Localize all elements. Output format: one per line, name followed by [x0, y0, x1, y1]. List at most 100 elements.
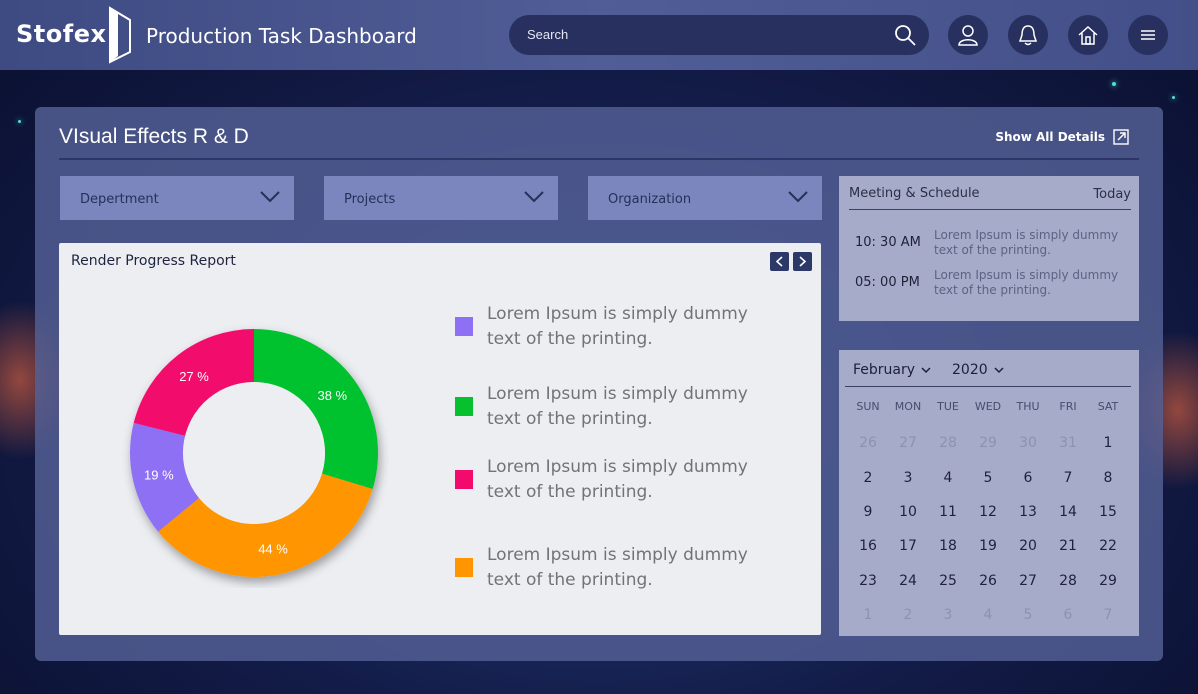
calendar-day[interactable]: 22 [1088, 538, 1128, 554]
donut-slice-label: 27 % [179, 369, 209, 384]
chevron-down-icon [524, 191, 544, 203]
weekday-label: SAT [1097, 400, 1119, 413]
calendar-day[interactable]: 10 [888, 504, 928, 520]
chevron-down-icon [994, 366, 1004, 373]
meeting-description: Lorem Ipsum is simply dummy text of the … [934, 228, 1119, 257]
meeting-description: Lorem Ipsum is simply dummy text of the … [934, 268, 1119, 297]
calendar-day[interactable]: 27 [888, 435, 928, 451]
meeting-time: 10: 30 AM [855, 235, 921, 250]
meeting-schedule-card: Meeting & Schedule Today 10: 30 AM Lorem… [839, 176, 1139, 321]
search-input[interactable]: Search [527, 27, 568, 42]
meeting-today-label[interactable]: Today [1093, 187, 1131, 202]
calendar-day[interactable]: 7 [1088, 607, 1128, 623]
calendar-day[interactable]: 28 [1048, 573, 1088, 589]
calendar-week-row: 23 24 25 26 27 28 29 [848, 564, 1128, 598]
weekday-label: SUN [856, 400, 880, 413]
calendar-week-row: 16 17 18 19 20 21 22 [848, 529, 1128, 563]
calendar-day[interactable]: 25 [928, 573, 968, 589]
year-label: 2020 [952, 362, 988, 378]
department-dropdown[interactable]: Depertment [60, 176, 294, 220]
calendar-day[interactable]: 8 [1088, 470, 1128, 486]
next-button[interactable] [793, 252, 812, 271]
calendar-day[interactable]: 3 [888, 470, 928, 486]
menu-icon [1141, 30, 1155, 40]
calendar-day[interactable]: 11 [928, 504, 968, 520]
calendar-day[interactable]: 28 [928, 435, 968, 451]
chevron-left-icon [775, 256, 783, 267]
calendar-day[interactable]: 3 [928, 607, 968, 623]
notifications-button[interactable] [1008, 15, 1048, 55]
meeting-divider [849, 209, 1131, 210]
weekday-label: TUE [937, 400, 959, 413]
calendar-day[interactable]: 13 [1008, 504, 1048, 520]
calendar-day[interactable]: 5 [1008, 607, 1048, 623]
calendar-day[interactable]: 4 [968, 607, 1008, 623]
calendar-day[interactable]: 7 [1048, 470, 1088, 486]
calendar-day[interactable]: 23 [848, 573, 888, 589]
month-selector[interactable]: February [853, 362, 931, 378]
projects-dropdown[interactable]: Projects [324, 176, 558, 220]
calendar-day[interactable]: 9 [848, 504, 888, 520]
calendar-day[interactable]: 17 [888, 538, 928, 554]
calendar-day[interactable]: 18 [928, 538, 968, 554]
weekday-label: MON [894, 400, 922, 413]
organization-dropdown[interactable]: Organization [588, 176, 822, 220]
calendar-day[interactable]: 1 [848, 607, 888, 623]
meeting-time: 05: 00 PM [855, 275, 920, 290]
year-selector[interactable]: 2020 [952, 362, 1004, 378]
calendar-day[interactable]: 2 [888, 607, 928, 623]
search-bar[interactable]: Search [509, 15, 929, 55]
weekday-label: WED [974, 400, 1002, 413]
calendar-day[interactable]: 19 [968, 538, 1008, 554]
calendar-day[interactable]: 4 [928, 470, 968, 486]
user-icon [958, 25, 978, 46]
app-title: Production Task Dashboard [146, 24, 417, 48]
legend-swatch [455, 317, 473, 336]
home-button[interactable] [1068, 15, 1108, 55]
legend-swatch [455, 558, 473, 577]
calendar-day[interactable]: 6 [1008, 470, 1048, 486]
background-particle [1172, 96, 1175, 99]
menu-button[interactable] [1128, 15, 1168, 55]
calendar-day[interactable]: 29 [968, 435, 1008, 451]
show-all-details-label: Show All Details [995, 130, 1105, 144]
legend-swatch [455, 470, 473, 489]
calendar-day[interactable]: 16 [848, 538, 888, 554]
donut-slice-label: 44 % [258, 542, 288, 557]
calendar-day[interactable]: 27 [1008, 573, 1048, 589]
chevron-right-icon [799, 256, 807, 267]
calendar-week-row: 9 10 11 12 13 14 15 [848, 495, 1128, 529]
calendar-day[interactable]: 14 [1048, 504, 1088, 520]
weekday-label: FRI [1059, 400, 1077, 413]
calendar-day[interactable]: 5 [968, 470, 1008, 486]
calendar-day[interactable]: 6 [1048, 607, 1088, 623]
calendar-day[interactable]: 15 [1088, 504, 1128, 520]
calendar-day[interactable]: 31 [1048, 435, 1088, 451]
search-icon[interactable] [893, 23, 917, 47]
calendar-day[interactable]: 21 [1048, 538, 1088, 554]
donut-slice-label: 38 % [317, 388, 347, 403]
dropdown-label: Projects [344, 192, 396, 207]
calendar-card: February 2020 SUN MON TUE WED THU FRI SAT 26 27… [839, 350, 1139, 636]
calendar-week-row: 1234567 [848, 598, 1128, 632]
donut-chart: 38 % 44 % 19 % 27 % [130, 329, 378, 577]
legend-text: Lorem Ipsum is simply dummy text of the … [487, 457, 748, 502]
previous-button[interactable] [770, 252, 789, 271]
user-profile-button[interactable] [948, 15, 988, 55]
calendar-day[interactable]: 29 [1088, 573, 1128, 589]
calendar-grid: SUN MON TUE WED THU FRI SAT 26 27 28 29 30 31 1 2 3 4 5 6… [848, 400, 1128, 632]
calendar-day[interactable]: 26 [968, 573, 1008, 589]
calendar-day[interactable]: 1 [1088, 435, 1128, 451]
donut-slice-label: 19 % [144, 467, 174, 482]
bell-icon [1018, 25, 1038, 46]
calendar-day[interactable]: 2 [848, 470, 888, 486]
calendar-day[interactable]: 26 [848, 435, 888, 451]
external-link-icon [1113, 129, 1129, 145]
legend-text: Lorem Ipsum is simply dummy text of the … [487, 545, 748, 590]
show-all-details-link[interactable]: Show All Details [995, 129, 1129, 145]
calendar-day[interactable]: 20 [1008, 538, 1048, 554]
top-navigation-bar: Stofex Production Task Dashboard Search [0, 0, 1198, 70]
calendar-day[interactable]: 30 [1008, 435, 1048, 451]
calendar-day[interactable]: 12 [968, 504, 1008, 520]
calendar-day[interactable]: 24 [888, 573, 928, 589]
